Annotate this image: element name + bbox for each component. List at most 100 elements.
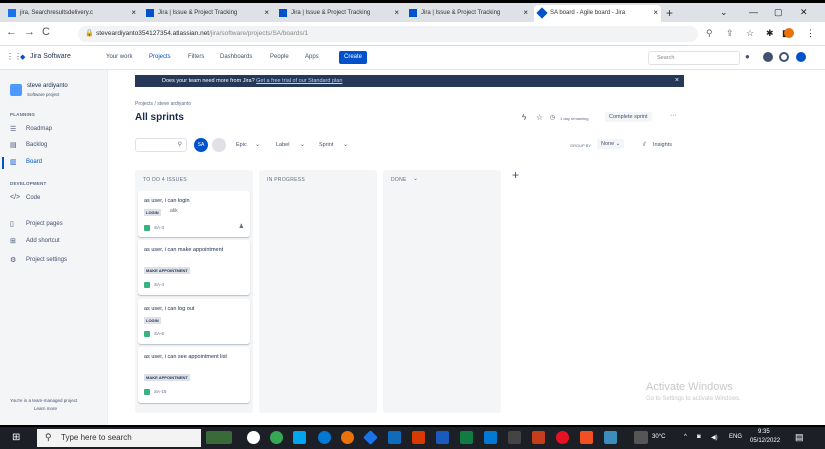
notification-icon[interactable]: ● (745, 52, 750, 61)
sidebar-item-board[interactable]: Board (26, 159, 42, 165)
notifications-icon[interactable]: ▤ (795, 432, 804, 443)
sidebar-item-backlog[interactable]: Backlog (26, 142, 47, 148)
windows-start-icon[interactable]: ⊞ (12, 432, 20, 443)
minimize-icon[interactable]: — (749, 7, 758, 17)
filter-sprint[interactable]: Sprint (319, 142, 333, 148)
close-icon[interactable]: × (131, 8, 136, 17)
user-avatar[interactable] (796, 52, 806, 62)
filter-epic[interactable]: Epic (236, 142, 247, 148)
close-icon[interactable]: × (675, 77, 679, 84)
nav-your-work[interactable]: Your work (106, 54, 132, 60)
column-in-progress: IN PROGRESS (259, 170, 377, 413)
filter-label[interactable]: Label (276, 142, 289, 148)
jira-logo-icon[interactable]: ◆ (20, 53, 25, 61)
clock-time[interactable]: 9:35 (758, 429, 770, 435)
project-name[interactable]: steve ardiyanto (27, 83, 68, 89)
reload-icon[interactable]: C (42, 26, 50, 38)
clock-date[interactable]: 05/12/2022 (750, 438, 780, 444)
nav-apps[interactable]: Apps (305, 54, 319, 60)
window-close-icon[interactable]: ✕ (800, 7, 808, 18)
store-icon[interactable] (388, 431, 401, 444)
product-name[interactable]: Jira Software (30, 53, 71, 60)
browser-tab-active[interactable]: SA board - Agile board - Jira × (534, 5, 661, 22)
chevron-down-icon[interactable]: ⌄ (413, 175, 418, 182)
sidebar-item-add-shortcut[interactable]: Add shortcut (26, 238, 60, 244)
sidebar-item-code[interactable]: Code (26, 195, 40, 201)
edge-icon[interactable] (318, 431, 331, 444)
browser-tab-3[interactable]: Jira | Issue & Project Tracking × (275, 5, 402, 22)
maximize-icon[interactable]: ▢ (774, 7, 783, 18)
breadcrumb[interactable]: Projects / steve ardiyanto (135, 101, 191, 107)
browser-tab-2[interactable]: Jira | Issue & Project Tracking × (142, 5, 272, 22)
issue-card[interactable]: as user, i can make appointment MAKE APP… (138, 240, 250, 295)
profile-avatar[interactable] (784, 28, 794, 38)
tab-search-icon[interactable]: ⌄ (720, 7, 728, 18)
close-icon[interactable]: × (394, 8, 399, 17)
taskview-icon[interactable] (293, 431, 306, 444)
close-icon[interactable]: × (264, 8, 269, 17)
new-tab-button[interactable]: + (666, 6, 673, 20)
lock-icon: 🔒 (85, 30, 94, 37)
issue-card[interactable]: as user, i can login LOGIN akk SA-3 ♟ (138, 191, 250, 237)
whatsapp-icon[interactable] (247, 431, 260, 444)
unassigned-avatar[interactable] (212, 138, 226, 152)
issue-card[interactable]: as user, i can see appointment list MAKE… (138, 347, 250, 403)
learn-more-link[interactable]: Learn more (34, 406, 57, 411)
office-icon[interactable] (412, 431, 425, 444)
nav-dashboards[interactable]: Dashboards (220, 54, 252, 60)
nav-filters[interactable]: Filters (188, 54, 204, 60)
browser-tab-4[interactable]: Jira | Issue & Project Tracking × (405, 5, 531, 22)
app3-icon[interactable] (604, 431, 617, 444)
menu-icon[interactable]: ⋮ (806, 28, 815, 39)
language[interactable]: ENG (729, 434, 742, 440)
close-icon[interactable]: × (523, 8, 528, 17)
url-field[interactable]: 🔒 steveardiyanto3541273​54.atlassian.net… (78, 26, 698, 42)
chrome-icon[interactable] (270, 431, 283, 444)
weather-widget-icon[interactable] (206, 431, 232, 444)
close-icon[interactable]: × (653, 8, 658, 17)
tray-chevron-icon[interactable]: ^ (684, 434, 687, 440)
extensions-icon[interactable]: ✱ (766, 28, 774, 39)
wifi-icon[interactable]: ◙ (697, 434, 701, 440)
search-input[interactable]: Search (648, 51, 740, 65)
temperature[interactable]: 30°C (652, 434, 665, 440)
media-icon[interactable] (556, 431, 569, 444)
app2-icon[interactable] (580, 431, 593, 444)
excel-icon[interactable] (460, 431, 473, 444)
board-search-input[interactable]: ⚲ (135, 138, 187, 152)
lightning-icon[interactable]: ϟ (522, 113, 526, 122)
avatar[interactable]: SA (194, 138, 208, 152)
more-icon[interactable]: ··· (670, 112, 677, 119)
sidebar-item-project-pages[interactable]: Project pages (26, 221, 63, 227)
forward-icon[interactable]: → (24, 26, 35, 38)
word-icon[interactable] (436, 431, 449, 444)
firefox-icon[interactable] (341, 431, 354, 444)
sidebar-item-project-settings[interactable]: Project settings (26, 257, 67, 263)
weather-icon[interactable] (634, 431, 648, 444)
card-label: LOGIN (144, 317, 161, 324)
share-icon[interactable]: ⇪ (726, 28, 734, 39)
zoom-icon[interactable]: ⚲ (706, 28, 713, 39)
help-icon[interactable] (763, 52, 773, 62)
browser-tab-1[interactable]: jira, Searchresultsdelivery.c × (4, 5, 139, 22)
add-column-button[interactable]: + (512, 168, 519, 182)
nav-projects[interactable]: Projects (149, 54, 171, 60)
complete-sprint-button[interactable]: Complete sprint (605, 112, 652, 122)
app-icon[interactable] (363, 430, 378, 445)
taskbar-search[interactable]: ⚲ Type here to search (37, 429, 201, 447)
mail-icon[interactable] (484, 431, 497, 444)
issue-card[interactable]: as user, i can log out LOGIN SA-6 (138, 299, 250, 344)
back-icon[interactable]: ← (6, 26, 17, 38)
insights-button[interactable]: Insights (653, 142, 672, 148)
powerpoint-icon[interactable] (532, 431, 545, 444)
video-icon[interactable] (508, 431, 521, 444)
sidebar-item-roadmap[interactable]: Roadmap (26, 126, 52, 132)
group-by-select[interactable]: None ⌄ (597, 139, 625, 149)
star-icon[interactable]: ☆ (746, 28, 754, 39)
nav-people[interactable]: People (270, 54, 289, 60)
star-icon[interactable]: ☆ (536, 113, 543, 122)
volume-icon[interactable]: ◀) (711, 434, 718, 441)
banner-link[interactable]: Get a free trial of our Standard plan (256, 78, 342, 84)
settings-icon[interactable] (779, 52, 789, 62)
create-button[interactable]: Create (339, 51, 367, 64)
